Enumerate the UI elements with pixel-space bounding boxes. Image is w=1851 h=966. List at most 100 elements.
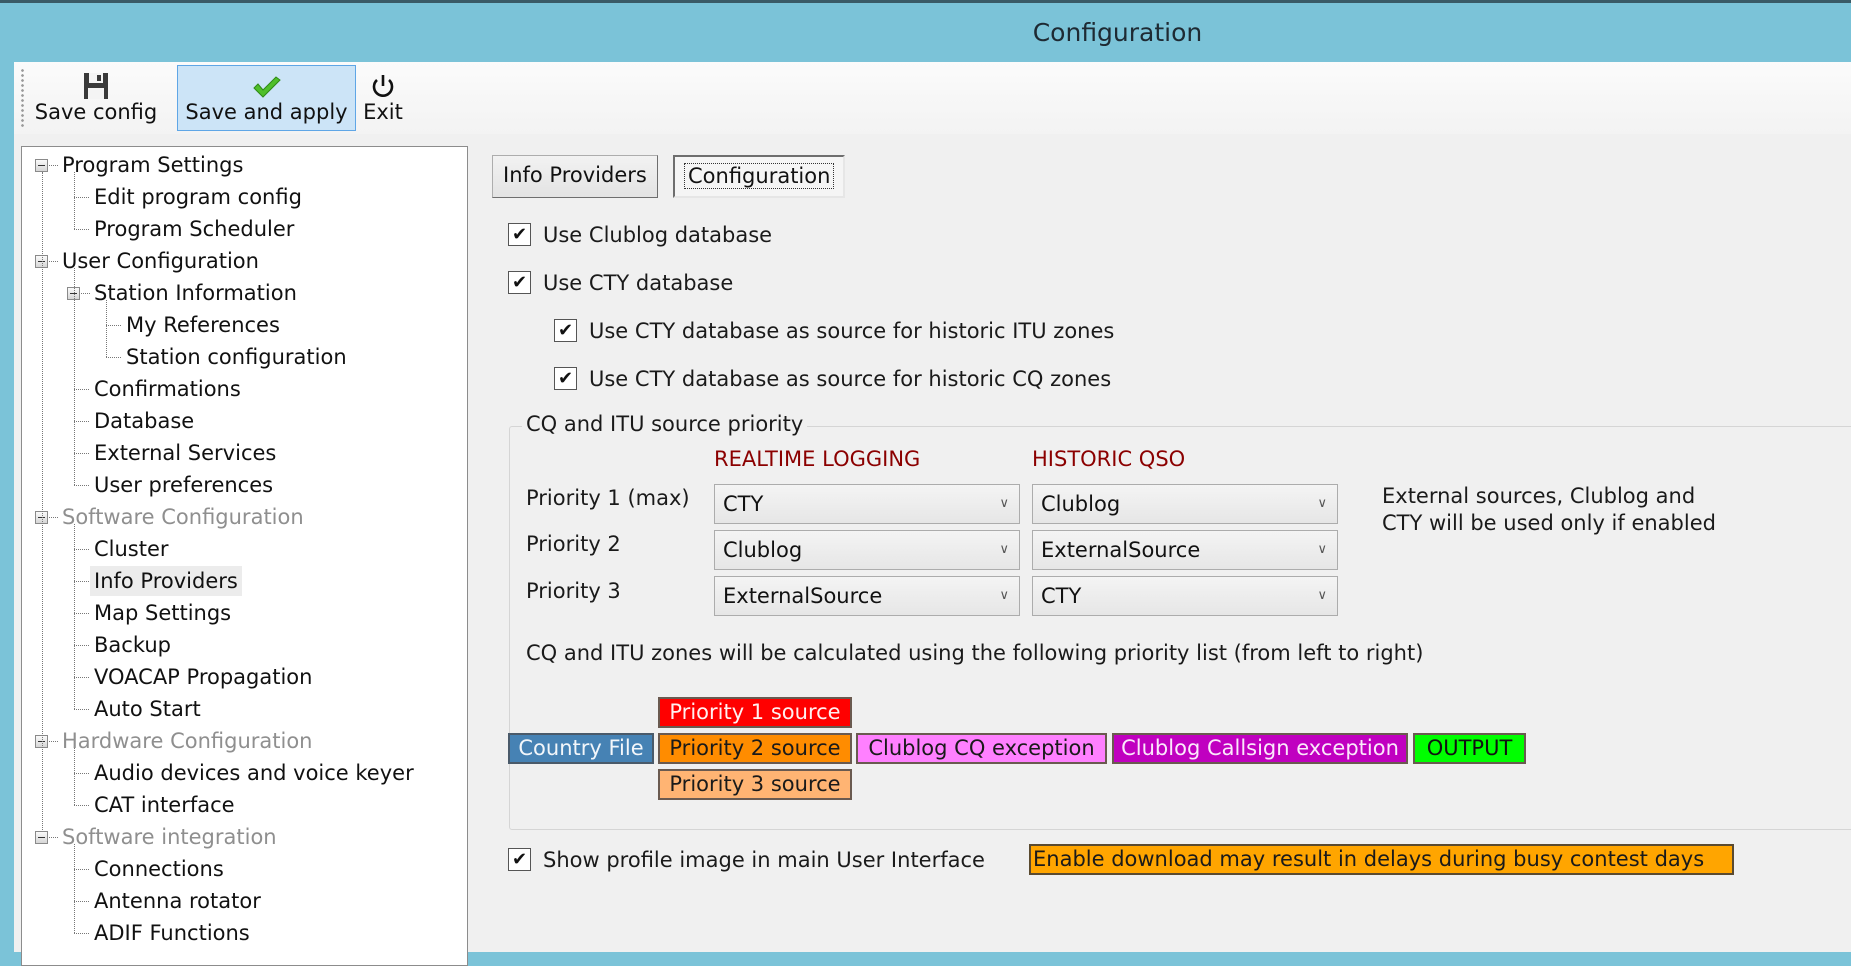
use-clublog-label: Use Clublog database: [543, 223, 773, 247]
chevron-down-icon: ∨: [1317, 588, 1327, 603]
exit-button[interactable]: Exit: [358, 65, 408, 131]
tree-connector: [42, 172, 43, 830]
tree-item-audio-devices-and-voice-keyer[interactable]: Audio devices and voice keyer: [94, 758, 414, 788]
tree-connector: [74, 172, 75, 229]
priority-1-label: Priority 1 (max): [526, 486, 690, 510]
tree-connector: [74, 581, 89, 582]
chip-country-file: Country File: [508, 733, 654, 764]
tree-item-connections[interactable]: Connections: [94, 854, 224, 884]
show-profile-image-label: Show profile image in main User Interfac…: [543, 848, 985, 872]
tab-configuration[interactable]: Configuration: [673, 155, 846, 198]
save-config-button[interactable]: Save config: [22, 65, 170, 131]
collapse-icon[interactable]: [35, 831, 48, 844]
tree-connector: [74, 709, 89, 710]
chevron-down-icon: ∨: [1317, 542, 1327, 557]
tree-item-confirmations[interactable]: Confirmations: [94, 374, 241, 404]
tree-item-edit-program-config[interactable]: Edit program config: [94, 182, 302, 212]
priority-group-title: CQ and ITU source priority: [522, 412, 808, 436]
tree-connector: [49, 165, 58, 166]
chip-clublog-cq-exception: Clublog CQ exception: [856, 733, 1107, 764]
flow-description: CQ and ITU zones will be calculated usin…: [526, 641, 1424, 665]
save-and-apply-button[interactable]: Save and apply: [177, 65, 356, 131]
tree-item-external-services[interactable]: External Services: [94, 438, 276, 468]
tree-item-program-settings[interactable]: Program Settings: [62, 150, 243, 180]
chevron-down-icon: ∨: [1317, 496, 1327, 511]
tree-item-my-references[interactable]: My References: [126, 310, 280, 340]
title-bar: Configuration: [0, 0, 1851, 62]
tree-item-backup[interactable]: Backup: [94, 630, 171, 660]
realtime-priority-2-select[interactable]: Clublog ∨: [714, 530, 1020, 570]
sources-note-line2: CTY will be used only if enabled: [1382, 511, 1716, 535]
tree-item-info-providers[interactable]: Info Providers: [90, 566, 242, 596]
use-cty-label: Use CTY database: [543, 271, 734, 295]
cty-cq-checkbox[interactable]: Use CTY database as source for historic …: [554, 364, 1111, 394]
chevron-down-icon: ∨: [999, 588, 1009, 603]
tree-item-user-preferences[interactable]: User preferences: [94, 470, 273, 500]
download-warning: Enable download may result in delays dur…: [1029, 844, 1734, 875]
checkbox-box[interactable]: [554, 365, 577, 393]
chevron-down-icon: ∨: [999, 542, 1009, 557]
selected-value: Clublog: [723, 538, 803, 562]
historic-priority-2-select[interactable]: ExternalSource ∨: [1032, 530, 1338, 570]
tree-item-hardware-configuration[interactable]: Hardware Configuration: [62, 726, 312, 756]
exit-label: Exit: [363, 100, 403, 124]
tree-connector: [49, 741, 58, 742]
checkbox-box[interactable]: [508, 221, 531, 249]
floppy-disk-icon: [23, 66, 169, 100]
collapse-icon[interactable]: [35, 159, 48, 172]
realtime-priority-1-select[interactable]: CTY ∨: [714, 484, 1020, 524]
tree-item-auto-start[interactable]: Auto Start: [94, 694, 201, 724]
tree-connector: [74, 229, 89, 230]
tree-connector: [74, 524, 75, 709]
tree-item-cat-interface[interactable]: CAT interface: [94, 790, 235, 820]
tree-item-station-information[interactable]: Station Information: [94, 278, 297, 308]
tree-item-voacap-propagation[interactable]: VOACAP Propagation: [94, 662, 312, 692]
tab-info-providers[interactable]: Info Providers: [492, 155, 658, 198]
realtime-priority-3-select[interactable]: ExternalSource ∨: [714, 576, 1020, 616]
tree-item-software-configuration[interactable]: Software Configuration: [62, 502, 304, 532]
tree-item-station-configuration[interactable]: Station configuration: [126, 342, 347, 372]
tree-item-user-configuration[interactable]: User Configuration: [62, 246, 259, 276]
tree-item-cluster[interactable]: Cluster: [94, 534, 169, 564]
tree-connector: [74, 421, 89, 422]
tree-connector: [74, 645, 89, 646]
selected-value: ExternalSource: [1041, 538, 1201, 562]
chevron-down-icon: ∨: [999, 496, 1009, 511]
tree-connector: [74, 197, 89, 198]
tree-connector: [74, 773, 89, 774]
checkbox-box[interactable]: [508, 846, 531, 874]
chip-clublog-callsign-exception: Clublog Callsign exception: [1112, 733, 1408, 764]
tree-connector: [74, 901, 89, 902]
checkbox-box[interactable]: [508, 269, 531, 297]
use-clublog-checkbox[interactable]: Use Clublog database: [508, 220, 772, 250]
power-icon: [359, 66, 407, 100]
tree-connector: [74, 933, 89, 934]
tree-item-map-settings[interactable]: Map Settings: [94, 598, 231, 628]
cty-cq-label: Use CTY database as source for historic …: [589, 367, 1112, 391]
checkbox-box[interactable]: [554, 317, 577, 345]
tree-item-database[interactable]: Database: [94, 406, 194, 436]
tree-item-program-scheduler[interactable]: Program Scheduler: [94, 214, 294, 244]
checkmark-icon: [178, 66, 355, 100]
tree-connector: [74, 453, 89, 454]
tree-connector: [74, 844, 75, 933]
tree-item-adif-functions[interactable]: ADIF Functions: [94, 918, 250, 948]
chip-priority-2-source: Priority 2 source: [658, 733, 852, 764]
tree-connector: [49, 261, 58, 262]
cty-itu-checkbox[interactable]: Use CTY database as source for historic …: [554, 316, 1114, 346]
chip-priority-3-source: Priority 3 source: [658, 769, 852, 800]
selected-value: CTY: [1041, 584, 1082, 608]
historic-priority-3-select[interactable]: CTY ∨: [1032, 576, 1338, 616]
use-cty-checkbox[interactable]: Use CTY database: [508, 268, 733, 298]
cty-itu-label: Use CTY database as source for historic …: [589, 319, 1115, 343]
settings-tree[interactable]: Program Settings Edit program config Progr…: [21, 146, 468, 966]
historic-priority-1-select[interactable]: Clublog ∨: [1032, 484, 1338, 524]
tree-item-software-integration[interactable]: Software integration: [62, 822, 277, 852]
sources-note-line1: External sources, Clublog and: [1382, 484, 1696, 508]
tree-connector: [74, 805, 89, 806]
realtime-logging-header: REALTIME LOGGING: [714, 447, 921, 471]
tree-item-antenna-rotator[interactable]: Antenna rotator: [94, 886, 261, 916]
tree-connector: [49, 517, 58, 518]
show-profile-image-checkbox[interactable]: Show profile image in main User Interfac…: [508, 845, 985, 875]
tree-connector: [106, 325, 121, 326]
